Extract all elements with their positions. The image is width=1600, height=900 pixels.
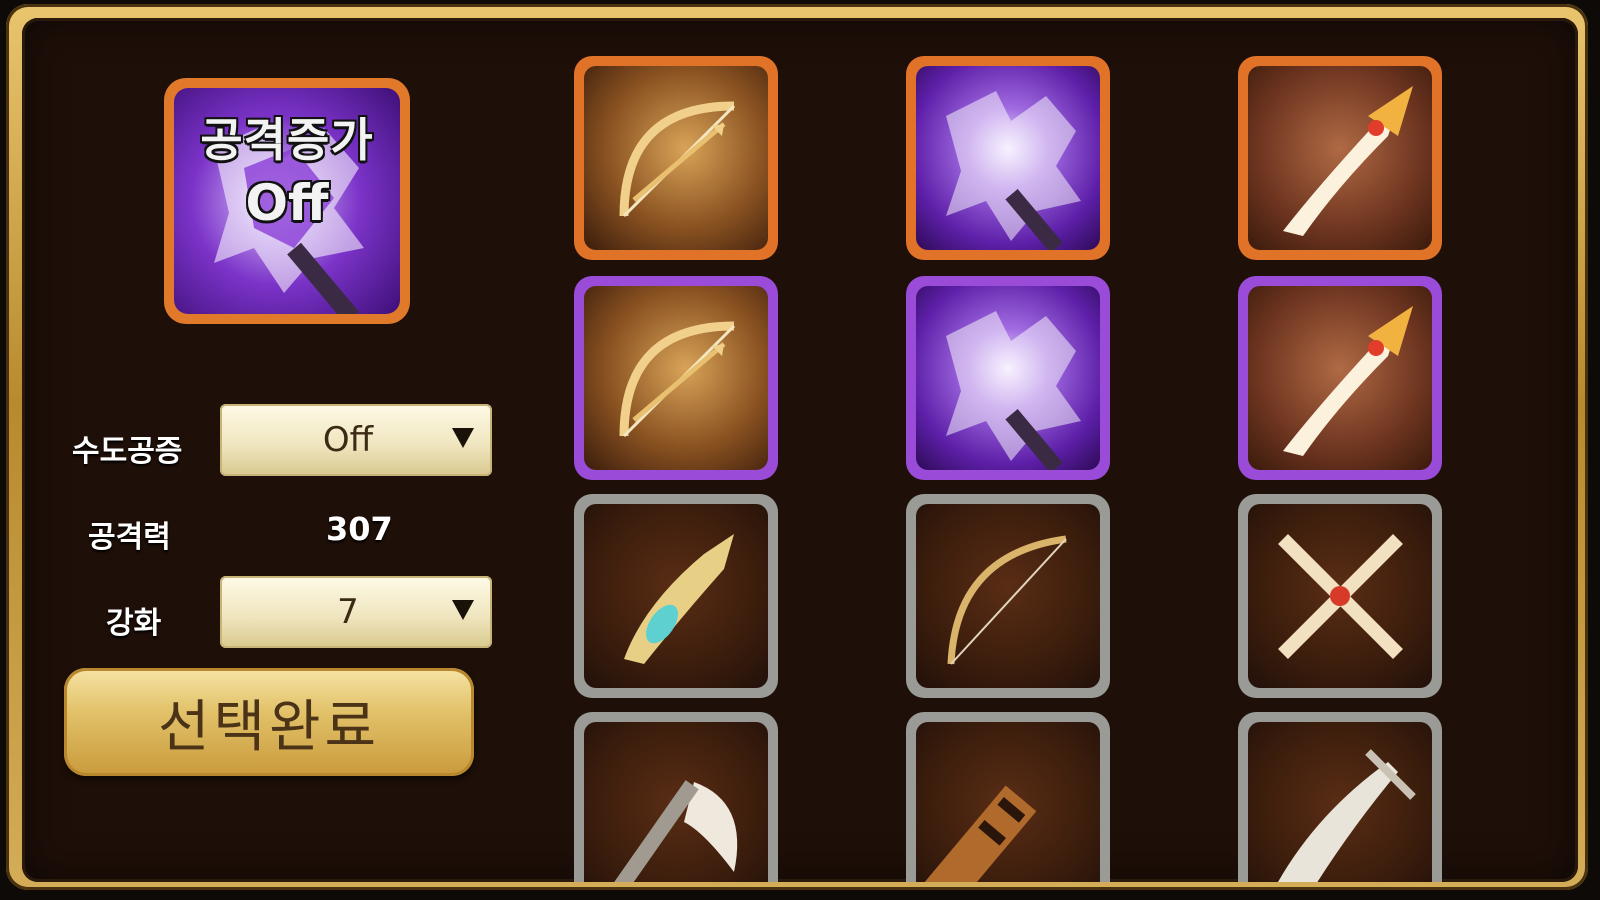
weapon-slot[interactable] [1238, 494, 1442, 698]
attack-value: 307 [326, 510, 393, 548]
weapon-select-panel: 공격증가 Off 수도공증 Off 공격력 307 강화 7 선택완료 [22, 18, 1578, 882]
sudo-select-value: Off [322, 420, 374, 460]
weapon-slot[interactable] [574, 276, 778, 480]
selected-weapon-preview: 공격증가 Off [164, 78, 410, 324]
axe-icon [916, 286, 1100, 470]
cannon-icon [916, 722, 1100, 882]
weapon-slot[interactable] [906, 56, 1110, 260]
sudo-label: 수도공증 [72, 434, 183, 469]
spear-icon [1248, 66, 1432, 250]
bow-icon [584, 286, 768, 470]
confirm-selection-button[interactable]: 선택완료 [64, 668, 474, 776]
attack-label: 공격력 [88, 520, 171, 555]
weapon-slot[interactable] [906, 276, 1110, 480]
weapon-slot[interactable] [574, 494, 778, 698]
enhance-label: 강화 [106, 606, 162, 641]
buff-title: 공격증가 [200, 113, 374, 167]
bow-icon [916, 504, 1100, 688]
crossed-swords-icon [1248, 504, 1432, 688]
weapon-slot[interactable] [1238, 276, 1442, 480]
weapon-slot[interactable] [574, 56, 778, 260]
chevron-down-icon [452, 428, 474, 448]
axe-icon [584, 722, 768, 882]
enhance-select-value: 7 [337, 592, 359, 632]
axe-icon: 공격증가 Off [174, 88, 400, 314]
sword-icon [1248, 722, 1432, 882]
buff-status: Off [245, 174, 329, 232]
enhance-select[interactable]: 7 [220, 576, 492, 648]
weapon-slot[interactable] [574, 712, 778, 882]
weapon-slot[interactable] [1238, 712, 1442, 882]
weapon-slot[interactable] [906, 494, 1110, 698]
weapon-slot[interactable] [906, 712, 1110, 882]
spear-icon [1248, 286, 1432, 470]
bow-icon [584, 66, 768, 250]
axe-icon [916, 66, 1100, 250]
chevron-down-icon [452, 600, 474, 620]
weapon-slot[interactable] [1238, 56, 1442, 260]
sudo-select[interactable]: Off [220, 404, 492, 476]
staff-icon [584, 504, 768, 688]
